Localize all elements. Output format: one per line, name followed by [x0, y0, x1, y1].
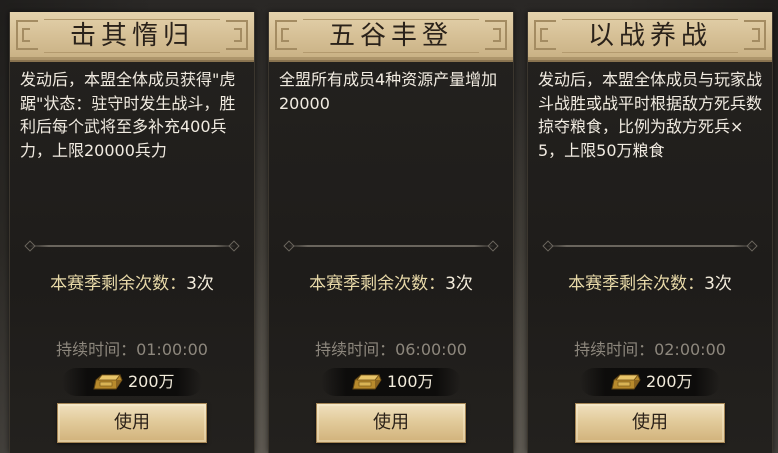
- alliance-skill-card: 以战养战 发动后，本盟全体成员与玩家战斗战胜或战平时根据敌方死兵数掠夺粮食，比例…: [527, 12, 773, 453]
- skill-description: 全盟所有成员4种资源产量增加20000: [279, 70, 498, 113]
- divider: [546, 245, 754, 247]
- remaining-uses-value: 3次: [704, 274, 732, 294]
- gold-ingot-icon: [611, 374, 641, 390]
- card-title: 击其惰归: [69, 21, 194, 51]
- card-header: 击其惰归: [10, 12, 254, 62]
- cost-value: 200万: [128, 372, 175, 391]
- duration-text: 持续时间：06:00:00: [315, 340, 467, 359]
- gold-ingot-icon: [352, 374, 382, 390]
- duration-text: 持续时间：01:00:00: [56, 340, 208, 359]
- use-button[interactable]: 使用: [316, 403, 466, 443]
- remaining-uses-value: 3次: [445, 274, 473, 294]
- skill-description: 发动后，本盟全体成员与玩家战斗战胜或战平时根据敌方死兵数掠夺粮食，比例为敌方死兵…: [538, 70, 763, 160]
- cost-value: 200万: [646, 372, 693, 391]
- card-header: 五谷丰登: [269, 12, 513, 62]
- card-title: 五谷丰登: [328, 21, 453, 51]
- remaining-uses-value: 3次: [186, 274, 214, 294]
- cost-badge: 100万: [321, 368, 461, 396]
- use-button[interactable]: 使用: [57, 403, 207, 443]
- use-button[interactable]: 使用: [575, 403, 725, 443]
- card-header: 以战养战: [528, 12, 772, 62]
- alliance-skill-card: 五谷丰登 全盟所有成员4种资源产量增加20000 本赛季剩余次数：3次 持续时间…: [268, 12, 514, 453]
- cost-badge: 200万: [62, 368, 202, 396]
- cost-value: 100万: [387, 372, 434, 391]
- divider: [28, 245, 236, 247]
- remaining-uses-label: 本赛季剩余次数：: [568, 274, 705, 294]
- remaining-uses: 本赛季剩余次数：3次: [10, 269, 254, 294]
- cost-badge: 200万: [580, 368, 720, 396]
- remaining-uses-label: 本赛季剩余次数：: [50, 274, 187, 294]
- skill-description: 发动后，本盟全体成员获得"虎踞"状态：驻守时发生战斗，胜利后每个武将至多补充40…: [20, 70, 236, 160]
- alliance-skill-card: 击其惰归 发动后，本盟全体成员获得"虎踞"状态：驻守时发生战斗，胜利后每个武将至…: [9, 12, 255, 453]
- gold-ingot-icon: [93, 374, 123, 390]
- duration-text: 持续时间：02:00:00: [574, 340, 726, 359]
- divider: [287, 245, 495, 247]
- remaining-uses: 本赛季剩余次数：3次: [269, 269, 513, 294]
- remaining-uses-label: 本赛季剩余次数：: [309, 274, 446, 294]
- card-title: 以战养战: [587, 21, 712, 51]
- remaining-uses: 本赛季剩余次数：3次: [528, 269, 772, 294]
